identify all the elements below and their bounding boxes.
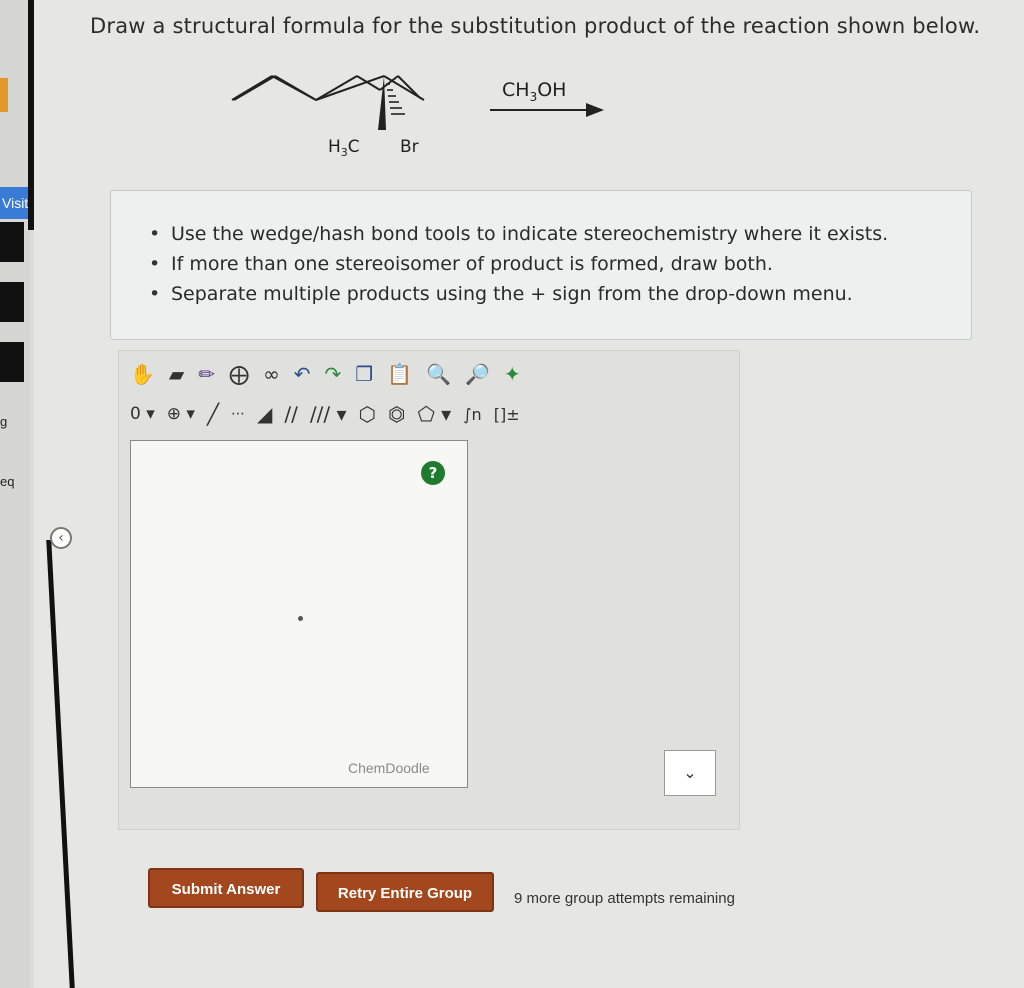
sidebar-item[interactable]: [0, 342, 24, 382]
sidebar-item-fragment[interactable]: g: [0, 414, 7, 429]
reaction-scheme: H3C Br CH3OH: [231, 75, 604, 159]
double-bond-icon[interactable]: ∕∕: [284, 402, 297, 426]
benzene-ring-icon[interactable]: ⏣: [388, 402, 405, 426]
repeat-unit-icon[interactable]: ∫n: [463, 405, 481, 424]
charge-value: 0: [130, 404, 141, 424]
ring-template-icon[interactable]: ⨁: [229, 362, 249, 386]
single-bond-icon[interactable]: ╱: [207, 402, 219, 426]
plus-circle-icon[interactable]: ⊕ ▾: [167, 404, 195, 424]
brackets-charge-icon[interactable]: []±: [494, 405, 520, 424]
methyl-label: H3C: [328, 137, 360, 159]
copy-icon[interactable]: ❐: [355, 362, 373, 386]
reaction-arrow: [490, 103, 604, 117]
toolbar-row-2: 0 ▾ ⊕ ▾ ╱ ⋯ ◢ ∕∕ ∕∕∕ ▾ ⬡ ⏣ ⬠ ▾ ∫n []±: [130, 396, 520, 432]
toolbar-row-1: ✋ ▰ ✏ ⨁ ∞ ↶ ↷ ❐ 📋 🔍 🔎 ✦: [130, 356, 521, 392]
wedge-bond-icon[interactable]: ◢: [257, 402, 272, 426]
chevron-left-icon[interactable]: ‹: [50, 527, 72, 549]
hash-bond: [386, 83, 405, 115]
submit-answer-button[interactable]: Submit Answer: [148, 868, 304, 908]
chemdoodle-watermark: ChemDoodle: [348, 760, 430, 776]
sidebar-item[interactable]: [0, 282, 24, 322]
canvas-dot: [298, 616, 303, 621]
hand-icon[interactable]: ✋: [130, 362, 155, 386]
reagent-label: CH3OH: [502, 79, 566, 104]
hexagon-ring-icon[interactable]: ⬡: [359, 402, 376, 426]
hash-bond-icon[interactable]: ⋯: [231, 406, 245, 422]
instruction-item: Separate multiple products using the + s…: [149, 279, 971, 309]
retry-group-button[interactable]: Retry Entire Group: [316, 872, 494, 912]
chain-icon[interactable]: ∞: [263, 362, 280, 386]
zoom-in-icon[interactable]: 🔍: [426, 362, 451, 386]
zoom-out-icon[interactable]: 🔎: [465, 362, 490, 386]
instruction-item: If more than one stereoisomer of product…: [149, 249, 971, 279]
product-separator-dropdown[interactable]: ⌄: [664, 750, 716, 796]
attempts-remaining: 9 more group attempts remaining: [514, 890, 735, 907]
instructions-box: Use the wedge/hash bond tools to indicat…: [110, 190, 972, 340]
undo-icon[interactable]: ↶: [294, 362, 311, 386]
wedge-bond: [378, 76, 386, 130]
eraser-icon[interactable]: ▰: [169, 362, 184, 386]
charge-selector[interactable]: 0 ▾: [130, 404, 155, 424]
pentagon-ring-icon[interactable]: ⬠ ▾: [417, 402, 451, 426]
sidebar-item[interactable]: [0, 222, 24, 262]
triple-bond-icon[interactable]: ∕∕∕ ▾: [310, 402, 347, 426]
help-icon[interactable]: ?: [421, 461, 445, 485]
clean-icon[interactable]: ✦: [504, 362, 521, 386]
redo-icon[interactable]: ↷: [325, 362, 342, 386]
drawing-canvas[interactable]: [130, 440, 468, 788]
bromine-label: Br: [400, 137, 419, 157]
sidebar-item-fragment[interactable]: eq: [0, 474, 14, 489]
paste-icon[interactable]: 📋: [387, 362, 412, 386]
left-sidebar: Visited g eq: [0, 0, 100, 988]
instruction-item: Use the wedge/hash bond tools to indicat…: [149, 219, 971, 249]
sidebar-accent: [0, 78, 8, 112]
instructions-list: Use the wedge/hash bond tools to indicat…: [111, 191, 971, 309]
pencil-icon[interactable]: ✏: [198, 362, 215, 386]
chevron-down-icon: ⌄: [683, 763, 697, 782]
question-text: Draw a structural formula for the substi…: [90, 14, 981, 38]
